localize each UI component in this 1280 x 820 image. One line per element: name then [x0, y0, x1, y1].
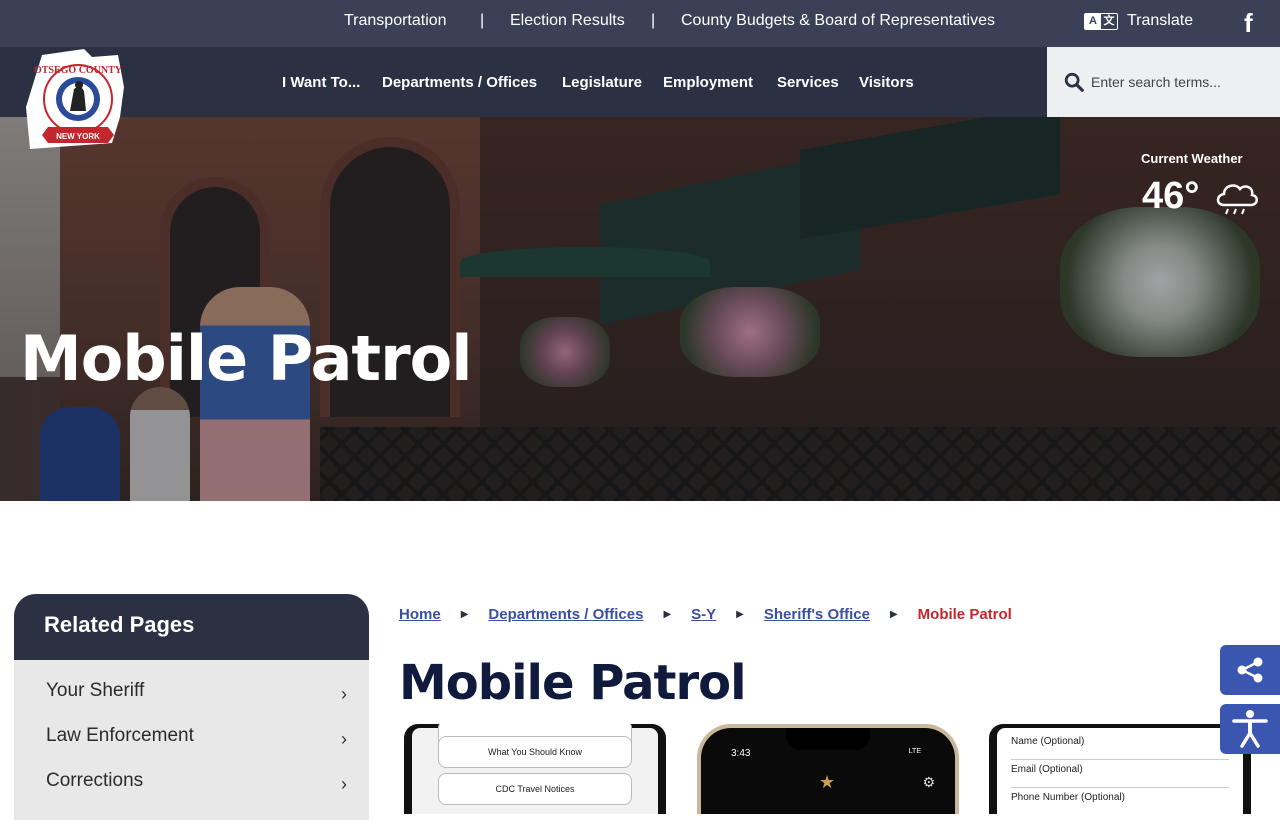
sidebar-item-corrections[interactable]: Corrections › [14, 750, 369, 795]
breadcrumb-separator-icon: ▶ [736, 609, 744, 620]
translate-icon[interactable]: A文 [1084, 13, 1118, 30]
nav-services[interactable]: Services [777, 74, 839, 91]
chevron-right-icon: › [341, 774, 347, 794]
phone-screenshot: 3:43 LTE ★ ⚙ [697, 724, 959, 814]
nav-employment[interactable]: Employment [663, 74, 753, 91]
breadcrumb: Home ▶ Departments / Offices ▶ S-Y ▶ Sheriff's… [399, 606, 1012, 623]
sidebar-item-law-enforcement[interactable]: Law Enforcement › [14, 705, 369, 750]
breadcrumb-sheriffs-office[interactable]: Sheriff's Office [764, 606, 870, 623]
breadcrumb-separator-icon: ▶ [460, 609, 469, 620]
breadcrumb-separator-icon: ▶ [889, 609, 898, 620]
chevron-right-icon: › [341, 684, 347, 704]
phone-screenshot: What You Should Know CDC Travel Notices [404, 724, 666, 814]
phone-notch [786, 728, 870, 750]
hero-overlay [0, 117, 1280, 501]
nav-legislature[interactable]: Legislature [562, 74, 642, 91]
rain-cloud-icon [1216, 184, 1258, 215]
phone-time: 3:43 [731, 748, 751, 759]
related-pages-title: Related Pages [14, 594, 369, 660]
related-pages: Related Pages Your Sheriff › Law Enforce… [14, 594, 369, 820]
search-icon[interactable] [1063, 71, 1085, 93]
form-field: Phone Number (Optional) [1011, 792, 1229, 814]
chevron-right-icon: › [341, 729, 347, 749]
sidebar-item-your-sheriff[interactable]: Your Sheriff › [14, 660, 369, 705]
nav-departments-offices[interactable]: Departments / Offices [382, 74, 537, 91]
phone-menu-button: CDC Travel Notices [438, 773, 632, 805]
facebook-icon[interactable]: f [1244, 8, 1253, 39]
accessibility-button[interactable] [1220, 704, 1280, 754]
sidebar-item-label: Your Sheriff [46, 680, 145, 701]
logo-state-text: NEW YORK [56, 132, 100, 141]
separator: | [480, 12, 485, 29]
sidebar-item-label: Corrections [46, 770, 144, 791]
logo-county-text: OTSEGO COUNTY [34, 65, 123, 76]
hero-banner: Mobile Patrol Current Weather 46° [0, 117, 1280, 501]
accessibility-icon [1232, 710, 1268, 748]
weather-temperature: 46° [1142, 175, 1200, 217]
county-budgets-link[interactable]: County Budgets & Board of Representative… [681, 12, 995, 30]
nav-visitors[interactable]: Visitors [859, 74, 914, 91]
transportation-link[interactable]: Transportation [344, 12, 447, 30]
search-box [1047, 47, 1280, 117]
phone-screenshot: Name (Optional) Email (Optional) Phone N… [989, 724, 1251, 814]
breadcrumb-departments-offices[interactable]: Departments / Offices [488, 606, 643, 623]
form-field: Name (Optional) [1011, 736, 1229, 760]
separator: | [651, 12, 656, 29]
share-button[interactable] [1220, 645, 1280, 695]
utility-bar: Transportation | Election Results | Coun… [0, 0, 1280, 47]
hero-title: Mobile Patrol [20, 322, 472, 395]
breadcrumb-home[interactable]: Home [399, 606, 441, 623]
share-icon [1237, 657, 1263, 683]
breadcrumb-current: Mobile Patrol [917, 606, 1012, 623]
form-field: Email (Optional) [1011, 764, 1229, 788]
election-results-link[interactable]: Election Results [510, 12, 625, 30]
sidebar-item-label: Law Enforcement [46, 725, 194, 746]
search-input[interactable] [1091, 69, 1271, 95]
nav-i-want-to[interactable]: I Want To... [282, 74, 360, 91]
county-logo[interactable]: OTSEGO COUNTY NEW YORK [22, 47, 130, 151]
translate-link[interactable]: Translate [1127, 12, 1193, 30]
breadcrumb-separator-icon: ▶ [663, 609, 672, 620]
phone-menu-button: What You Should Know [438, 736, 632, 768]
weather-label: Current Weather [1141, 151, 1243, 166]
related-pages-list: Your Sheriff › Law Enforcement › Correct… [14, 660, 369, 820]
page-title: Mobile Patrol [399, 655, 747, 711]
breadcrumb-s-y[interactable]: S-Y [691, 606, 716, 623]
sheriff-star-icon: ★ [819, 772, 836, 792]
phone-status: LTE [908, 748, 921, 755]
gear-icon: ⚙ [922, 774, 935, 790]
